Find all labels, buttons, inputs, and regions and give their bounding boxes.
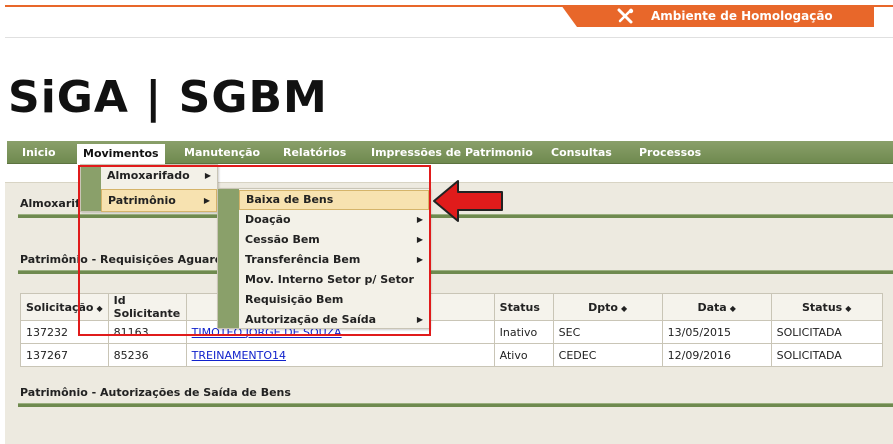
nav-relatorios[interactable]: Relatórios xyxy=(277,141,352,164)
cell-status: Inativo xyxy=(493,320,554,344)
section-title-autorizacoes: Patrimônio - Autorizações de Saída de Be… xyxy=(20,386,291,399)
environment-banner: Ambiente de Homologação xyxy=(561,5,874,27)
highlight-box xyxy=(78,165,431,336)
cell-solicitacao: 137267 xyxy=(20,343,109,367)
nav-movimentos[interactable]: Movimentos xyxy=(77,144,165,164)
col-status: Status xyxy=(493,293,554,321)
cell-data: 13/05/2015 xyxy=(661,320,772,344)
table-row: 137267 85236 TREINAMENTO14 Ativo CEDEC 1… xyxy=(20,343,883,367)
cell-dpto: SEC xyxy=(552,320,663,344)
col-status-solicitacao[interactable]: Status ◆ xyxy=(770,293,883,321)
environment-label: Ambiente de Homologação xyxy=(651,9,833,23)
nav-impressoes[interactable]: Impressões de Patrimonio xyxy=(365,141,539,164)
sort-icon: ◆ xyxy=(620,303,628,313)
cell-status: Ativo xyxy=(493,343,554,367)
cell-nome: TREINAMENTO14 xyxy=(185,343,495,367)
cell-status-solicitacao: SOLICITADA xyxy=(770,320,883,344)
cell-status-solicitacao: SOLICITADA xyxy=(770,343,883,367)
cell-id-solicitante: 85236 xyxy=(107,343,187,367)
main-nav: Inicio Movimentos Manutenção Relatórios … xyxy=(7,141,893,164)
nav-manutencao[interactable]: Manutenção xyxy=(178,141,266,164)
tools-icon xyxy=(617,8,634,24)
arrow-left-icon xyxy=(433,180,503,222)
app-logo: SiGA | SGBM xyxy=(8,72,328,123)
nav-consultas[interactable]: Consultas xyxy=(545,141,618,164)
solicitante-link[interactable]: TREINAMENTO14 xyxy=(192,349,286,362)
cell-dpto: CEDEC xyxy=(552,343,663,367)
nav-inicio[interactable]: Inicio xyxy=(16,141,62,164)
section-rule xyxy=(18,403,893,407)
sort-icon: ◆ xyxy=(845,303,852,313)
nav-processos[interactable]: Processos xyxy=(633,141,707,164)
cell-data: 12/09/2016 xyxy=(661,343,772,367)
col-data[interactable]: Data ◆ xyxy=(661,293,772,321)
sort-icon: ◆ xyxy=(729,303,736,313)
header-divider xyxy=(5,37,893,38)
col-dpto[interactable]: Dpto ◆ xyxy=(552,293,663,321)
